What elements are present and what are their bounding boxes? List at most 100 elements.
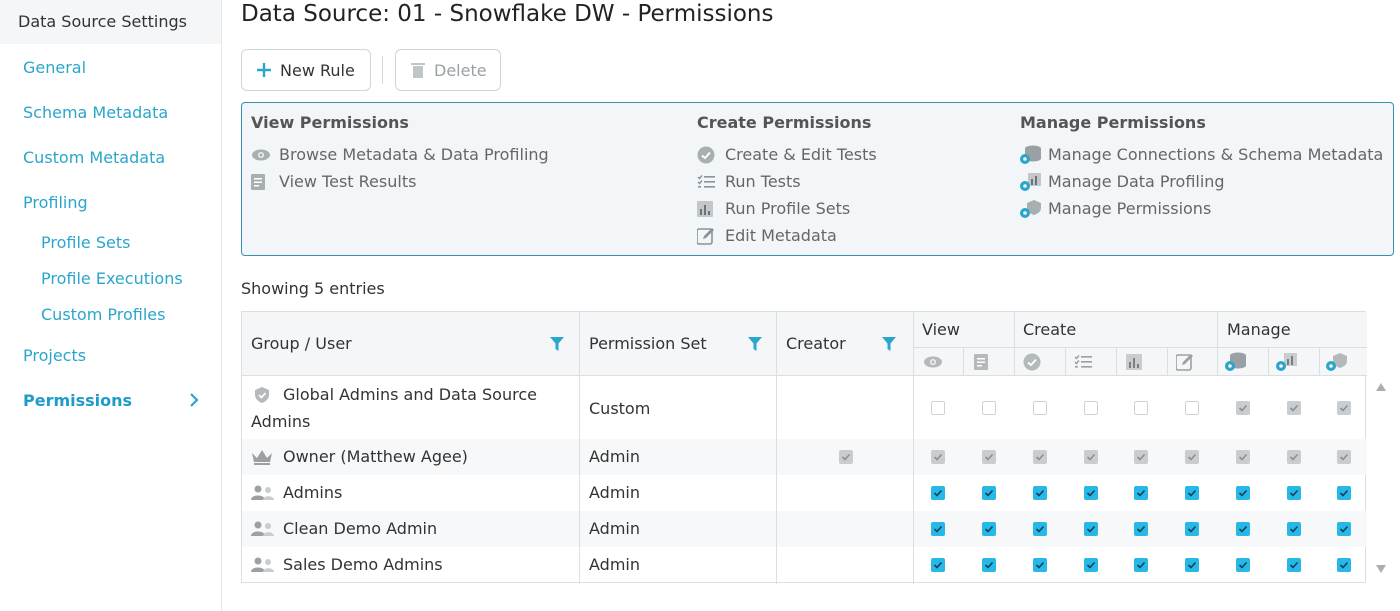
browse-metadata-checkbox[interactable] xyxy=(931,450,945,464)
manage-permissions-checkbox[interactable] xyxy=(1337,486,1351,500)
run-profile-sets-checkbox[interactable] xyxy=(1134,558,1148,572)
view-test-results-checkbox[interactable] xyxy=(982,522,996,536)
table-row[interactable]: Global Admins and Data Source Admins Cus… xyxy=(242,376,1367,439)
table-row[interactable]: Admins Admin xyxy=(242,475,1367,511)
sidebar-item-projects[interactable]: Projects xyxy=(23,346,86,365)
legend-item: Run Profile Sets xyxy=(697,195,877,222)
edit-metadata-checkbox[interactable] xyxy=(1185,522,1199,536)
run-tests-checkbox[interactable] xyxy=(1084,558,1098,572)
permissions-table: Group / User Permission Set Creator View… xyxy=(241,311,1367,584)
permission-set-value: Admin xyxy=(589,555,640,574)
column-permission-set: Permission Set xyxy=(589,334,707,353)
run-tests-checkbox[interactable] xyxy=(1084,522,1098,536)
manage-permissions-title: Manage Permissions xyxy=(1020,113,1206,132)
manage-data-profiling-checkbox[interactable] xyxy=(1287,486,1301,500)
legend-item: Run Tests xyxy=(697,168,877,195)
run-tests-checkbox[interactable] xyxy=(1084,401,1098,415)
sidebar-item-profile-executions[interactable]: Profile Executions xyxy=(41,269,183,288)
legend-item-label: Manage Data Profiling xyxy=(1048,172,1225,191)
sidebar-item-custom-profiles[interactable]: Custom Profiles xyxy=(41,305,165,324)
sidebar-item-profiling[interactable]: Profiling xyxy=(23,193,88,212)
table-header: Group / User Permission Set Creator View… xyxy=(242,312,1367,376)
column-divider xyxy=(913,312,914,584)
view-test-results-checkbox[interactable] xyxy=(982,558,996,572)
column-divider xyxy=(1319,347,1320,376)
delete-label: Delete xyxy=(434,60,487,80)
delete-button[interactable]: Delete xyxy=(395,49,501,91)
manage-connections-checkbox[interactable] xyxy=(1236,486,1250,500)
manage-connections-checkbox[interactable] xyxy=(1236,522,1250,536)
manage-permissions-group: Manage Permissions Manage Connections & … xyxy=(1020,113,1383,222)
legend-item-label: Create & Edit Tests xyxy=(725,145,877,164)
sidebar-item-profile-sets[interactable]: Profile Sets xyxy=(41,233,130,252)
filter-icon[interactable] xyxy=(748,337,762,351)
run-tests-checkbox[interactable] xyxy=(1084,450,1098,464)
edit-metadata-checkbox[interactable] xyxy=(1185,558,1199,572)
manage-permissions-checkbox[interactable] xyxy=(1337,522,1351,536)
create-permissions-group: Create Permissions Create & Edit Tests R… xyxy=(697,113,877,249)
column-divider xyxy=(963,347,964,376)
legend-item-label: Run Profile Sets xyxy=(725,199,851,218)
legend-item: Create & Edit Tests xyxy=(697,141,877,168)
legend-item: Browse Metadata & Data Profiling xyxy=(251,141,549,168)
manage-connections-checkbox[interactable] xyxy=(1236,558,1250,572)
table-row[interactable]: Clean Demo Admin Admin xyxy=(242,511,1367,547)
manage-data-profiling-checkbox[interactable] xyxy=(1287,558,1301,572)
create-edit-tests-checkbox[interactable] xyxy=(1033,558,1047,572)
legend-item: Manage Data Profiling xyxy=(1020,168,1383,195)
manage-permissions-checkbox[interactable] xyxy=(1337,558,1351,572)
create-edit-tests-checkbox[interactable] xyxy=(1033,450,1047,464)
manage-connections-checkbox[interactable] xyxy=(1236,450,1250,464)
view-test-results-checkbox[interactable] xyxy=(982,450,996,464)
permissions-legend: View Permissions Browse Metadata & Data … xyxy=(241,102,1394,256)
view-test-results-checkbox[interactable] xyxy=(982,486,996,500)
bar-chart-icon xyxy=(697,200,719,218)
run-profile-sets-checkbox[interactable] xyxy=(1134,486,1148,500)
manage-connections-checkbox[interactable] xyxy=(1236,401,1250,415)
sidebar-item-permissions[interactable]: Permissions xyxy=(23,391,132,410)
manage-data-profiling-checkbox[interactable] xyxy=(1287,522,1301,536)
document-icon xyxy=(251,173,273,191)
create-edit-tests-checkbox[interactable] xyxy=(1033,486,1047,500)
edit-metadata-checkbox[interactable] xyxy=(1185,401,1199,415)
browse-metadata-checkbox[interactable] xyxy=(931,486,945,500)
create-edit-tests-checkbox[interactable] xyxy=(1033,522,1047,536)
sidebar-item-custom-metadata[interactable]: Custom Metadata xyxy=(23,148,165,167)
new-rule-button[interactable]: New Rule xyxy=(241,49,371,91)
edit-metadata-checkbox[interactable] xyxy=(1185,450,1199,464)
manage-permissions-checkbox[interactable] xyxy=(1337,401,1351,415)
run-profile-sets-checkbox[interactable] xyxy=(1134,522,1148,536)
checklist-icon xyxy=(1074,355,1092,368)
scroll-down-icon[interactable] xyxy=(1376,565,1386,573)
filter-icon[interactable] xyxy=(550,337,564,351)
browse-metadata-checkbox[interactable] xyxy=(931,401,945,415)
filter-icon[interactable] xyxy=(882,337,896,351)
manage-data-profiling-checkbox[interactable] xyxy=(1287,450,1301,464)
run-profile-sets-checkbox[interactable] xyxy=(1134,401,1148,415)
view-test-results-checkbox[interactable] xyxy=(982,401,996,415)
run-profile-sets-checkbox[interactable] xyxy=(1134,450,1148,464)
plus-icon xyxy=(256,62,272,78)
create-edit-tests-checkbox[interactable] xyxy=(1033,401,1047,415)
browse-metadata-checkbox[interactable] xyxy=(931,558,945,572)
checklist-icon xyxy=(697,173,719,191)
sidebar-item-schema-metadata[interactable]: Schema Metadata xyxy=(23,103,168,122)
table-row[interactable]: Sales Demo Admins Admin xyxy=(242,547,1367,583)
sidebar-item-general[interactable]: General xyxy=(23,58,86,77)
run-tests-checkbox[interactable] xyxy=(1084,486,1098,500)
creator-checkbox[interactable] xyxy=(839,450,853,464)
trash-icon xyxy=(410,61,426,79)
legend-item-label: Manage Connections & Schema Metadata xyxy=(1048,145,1384,164)
table-row[interactable]: Owner (Matthew Agee) Admin xyxy=(242,439,1367,475)
bar-chart-icon xyxy=(1126,354,1142,370)
column-divider xyxy=(1268,347,1269,376)
shield-gear-icon xyxy=(1020,199,1042,218)
manage-permissions-checkbox[interactable] xyxy=(1337,450,1351,464)
manage-data-profiling-checkbox[interactable] xyxy=(1287,401,1301,415)
scroll-up-icon[interactable] xyxy=(1376,383,1386,391)
browse-metadata-checkbox[interactable] xyxy=(931,522,945,536)
edit-metadata-checkbox[interactable] xyxy=(1185,486,1199,500)
table-scrollbar[interactable] xyxy=(1368,375,1394,583)
legend-item: Manage Permissions xyxy=(1020,195,1383,222)
crown-icon xyxy=(252,450,272,465)
